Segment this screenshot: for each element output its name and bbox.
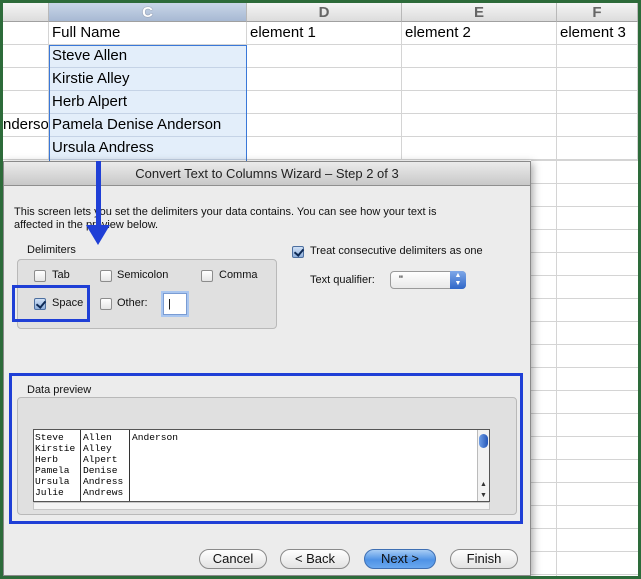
select-arrows-icon: ▲ ▼ — [450, 271, 466, 289]
preview-cell: Andress — [83, 476, 124, 487]
cell-name[interactable]: Kirstie Alley — [49, 68, 247, 91]
intro-line-1: This screen lets you set the delimiters … — [14, 206, 437, 218]
column-header-c[interactable]: C — [49, 3, 247, 22]
sheet-gridlines — [531, 160, 638, 576]
space-label: Space — [52, 297, 84, 309]
convert-text-to-columns-dialog: Convert Text to Columns Wizard – Step 2 … — [3, 161, 531, 576]
cell[interactable] — [557, 114, 638, 137]
preview-cell: Kirstie — [35, 443, 76, 454]
cell-element1-header[interactable]: element 1 — [247, 22, 402, 45]
treat-consecutive-checkbox[interactable] — [292, 246, 304, 258]
delimiters-label: Delimiters — [27, 244, 76, 256]
preview-column-1[interactable]: Steve Kirstie Herb Pamela Ursula Julie — [34, 430, 81, 501]
cell[interactable] — [557, 137, 638, 160]
cell[interactable] — [247, 68, 402, 91]
other-delimiter-input[interactable]: | — [163, 293, 187, 315]
column-header-b[interactable] — [3, 3, 49, 22]
preview-cell: Denise — [83, 465, 118, 476]
cell[interactable] — [557, 68, 638, 91]
text-qualifier-label: Text qualifier: — [310, 274, 375, 286]
column-header-d[interactable]: D — [247, 3, 402, 22]
cell-element3-header[interactable]: element 3 — [557, 22, 638, 45]
preview-horizontal-scrollbar[interactable] — [33, 502, 490, 510]
cell-element2-header[interactable]: element 2 — [402, 22, 557, 45]
comma-checkbox[interactable] — [201, 270, 213, 282]
cell[interactable] — [247, 45, 402, 68]
preview-cell: Alley — [83, 443, 112, 454]
finish-button[interactable]: Finish — [450, 549, 518, 569]
scroll-down-arrow-icon[interactable]: ▼ — [478, 491, 489, 500]
space-checkbox[interactable] — [34, 298, 46, 310]
next-button[interactable]: Next > — [364, 549, 436, 569]
annotation-arrow-shaft — [96, 161, 101, 227]
cell[interactable] — [247, 137, 402, 160]
cell[interactable] — [3, 45, 49, 68]
tab-checkbox[interactable] — [34, 270, 46, 282]
preview-cell: Julie — [35, 487, 64, 498]
text-qualifier-select[interactable]: " ▲ ▼ — [390, 271, 466, 289]
semicolon-checkbox[interactable] — [100, 270, 112, 282]
other-label: Other: — [117, 297, 148, 309]
cancel-button[interactable]: Cancel — [199, 549, 267, 569]
cell[interactable] — [3, 22, 49, 45]
back-button[interactable]: < Back — [280, 549, 350, 569]
cell[interactable] — [402, 91, 557, 114]
cell[interactable] — [247, 114, 402, 137]
scroll-up-arrow-icon[interactable]: ▲ — [478, 480, 489, 489]
preview-column-3[interactable]: Anderson — [130, 430, 230, 501]
cell[interactable] — [402, 45, 557, 68]
text-qualifier-value: " — [399, 274, 403, 286]
preview-vertical-scrollbar[interactable]: ▲ ▼ — [477, 430, 489, 501]
data-preview-label: Data preview — [27, 384, 92, 396]
cell-name[interactable]: Ursula Andress — [49, 137, 247, 160]
cell[interactable] — [402, 68, 557, 91]
screenshot-frame: C D E F Full Name element 1 element 2 el… — [3, 3, 638, 576]
cell-clipped-text[interactable]: nderson — [3, 114, 49, 137]
cell[interactable] — [3, 137, 49, 160]
preview-cell: Ursula — [35, 476, 70, 487]
dialog-title: Convert Text to Columns Wizard – Step 2 … — [4, 162, 530, 186]
cell-name[interactable]: Pamela Denise Anderson — [49, 114, 247, 137]
semicolon-label: Semicolon — [117, 269, 169, 281]
annotation-arrow-down-icon — [86, 225, 110, 245]
preview-cell: Anderson — [132, 432, 179, 443]
comma-label: Comma — [219, 269, 258, 281]
preview-column-2[interactable]: Allen Alley Alpert Denise Andress Andrew… — [81, 430, 130, 501]
cell-name[interactable]: Herb Alpert — [49, 91, 247, 114]
cell-full-name-header[interactable]: Full Name — [49, 22, 247, 45]
cell[interactable] — [3, 68, 49, 91]
tab-label: Tab — [52, 269, 70, 281]
preview-cell: Herb — [35, 454, 59, 465]
preview-cell: Steve — [35, 432, 64, 443]
preview-cell: Alpert — [83, 454, 118, 465]
column-header-e[interactable]: E — [402, 3, 557, 22]
cell[interactable] — [402, 137, 557, 160]
treat-consecutive-label: Treat consecutive delimiters as one — [310, 245, 483, 257]
cell[interactable] — [557, 91, 638, 114]
cell[interactable] — [3, 91, 49, 114]
preview-cell: Pamela — [35, 465, 70, 476]
scroll-thumb[interactable] — [479, 434, 488, 448]
column-header-f[interactable]: F — [557, 3, 638, 22]
cell[interactable] — [402, 114, 557, 137]
preview-cell: Allen — [83, 432, 112, 443]
cell[interactable] — [247, 91, 402, 114]
other-checkbox[interactable] — [100, 298, 112, 310]
data-preview-table[interactable]: Steve Kirstie Herb Pamela Ursula Julie A… — [33, 429, 490, 502]
cell-name[interactable]: Steve Allen — [49, 45, 247, 68]
preview-cell: Andrews — [83, 487, 124, 498]
cell[interactable] — [557, 45, 638, 68]
